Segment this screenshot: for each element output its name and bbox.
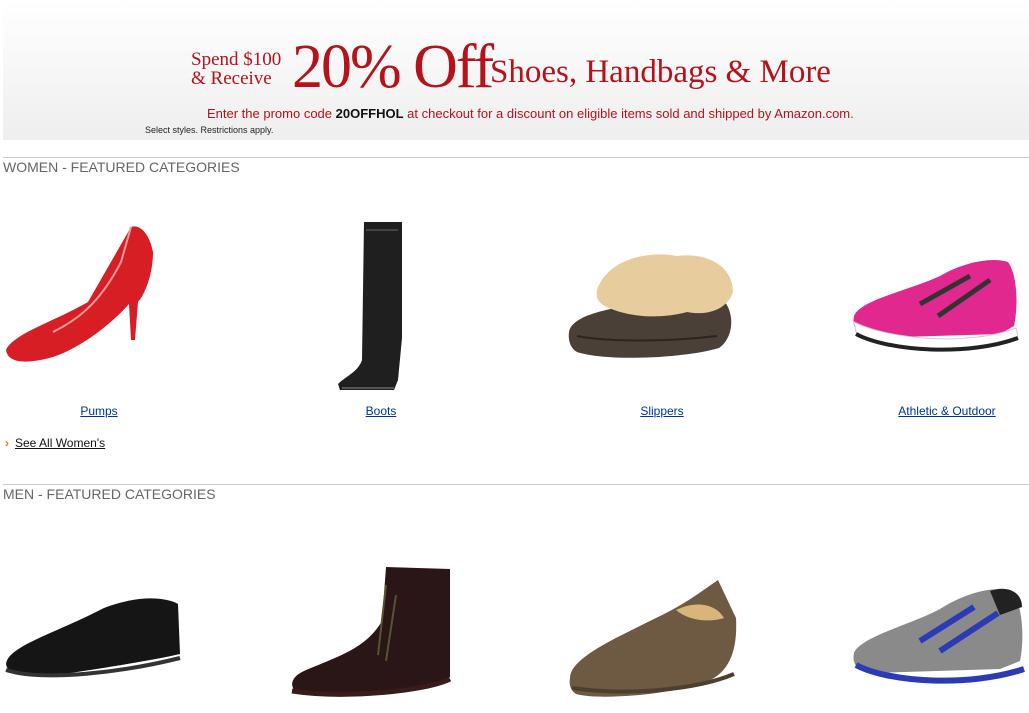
- divider: [3, 157, 1029, 158]
- athletic-outdoor-link[interactable]: Athletic & Outdoor: [898, 404, 995, 418]
- pump-image[interactable]: [3, 222, 155, 367]
- boots-link[interactable]: Boots: [366, 404, 397, 418]
- category-pumps[interactable]: Pumps: [3, 402, 195, 420]
- mens-athletic-shoe-image[interactable]: [850, 585, 1028, 691]
- category-slippers[interactable]: Slippers: [567, 402, 757, 420]
- discount-headline: 20% Off: [292, 33, 494, 101]
- men-section-title: MEN - FEATURED CATEGORIES: [3, 486, 216, 502]
- mens-slipper-image[interactable]: [566, 578, 744, 703]
- spend-text: Spend $100 & Receive: [191, 49, 282, 89]
- promo-code: 20OFFHOL: [335, 106, 404, 121]
- boot-image[interactable]: [336, 220, 408, 392]
- chevron-right-icon: ›: [5, 436, 9, 450]
- dress-boot-image[interactable]: [286, 565, 456, 700]
- banner-categories: Shoes, Handbags & More: [490, 54, 831, 90]
- women-section-title: WOMEN - FEATURED CATEGORIES: [3, 159, 240, 175]
- slippers-link[interactable]: Slippers: [640, 404, 683, 418]
- divider: [3, 484, 1029, 485]
- see-all-womens-link[interactable]: See All Women's: [15, 436, 105, 450]
- promo-text: Enter the promo code 20OFFHOL at checkou…: [207, 106, 854, 121]
- loafer-image[interactable]: [4, 594, 182, 684]
- fine-print: Select styles. Restrictions apply.: [145, 125, 274, 135]
- athletic-shoe-image[interactable]: [850, 256, 1022, 352]
- promo-banner[interactable]: Spend $100 & Receive 20% Off Shoes, Hand…: [3, 0, 1029, 140]
- category-athletic-outdoor[interactable]: Athletic & Outdoor: [852, 402, 1029, 420]
- slipper-image[interactable]: [567, 250, 737, 362]
- pumps-link[interactable]: Pumps: [80, 404, 117, 418]
- category-boots[interactable]: Boots: [286, 402, 476, 420]
- see-all-womens[interactable]: › See All Women's: [5, 436, 105, 450]
